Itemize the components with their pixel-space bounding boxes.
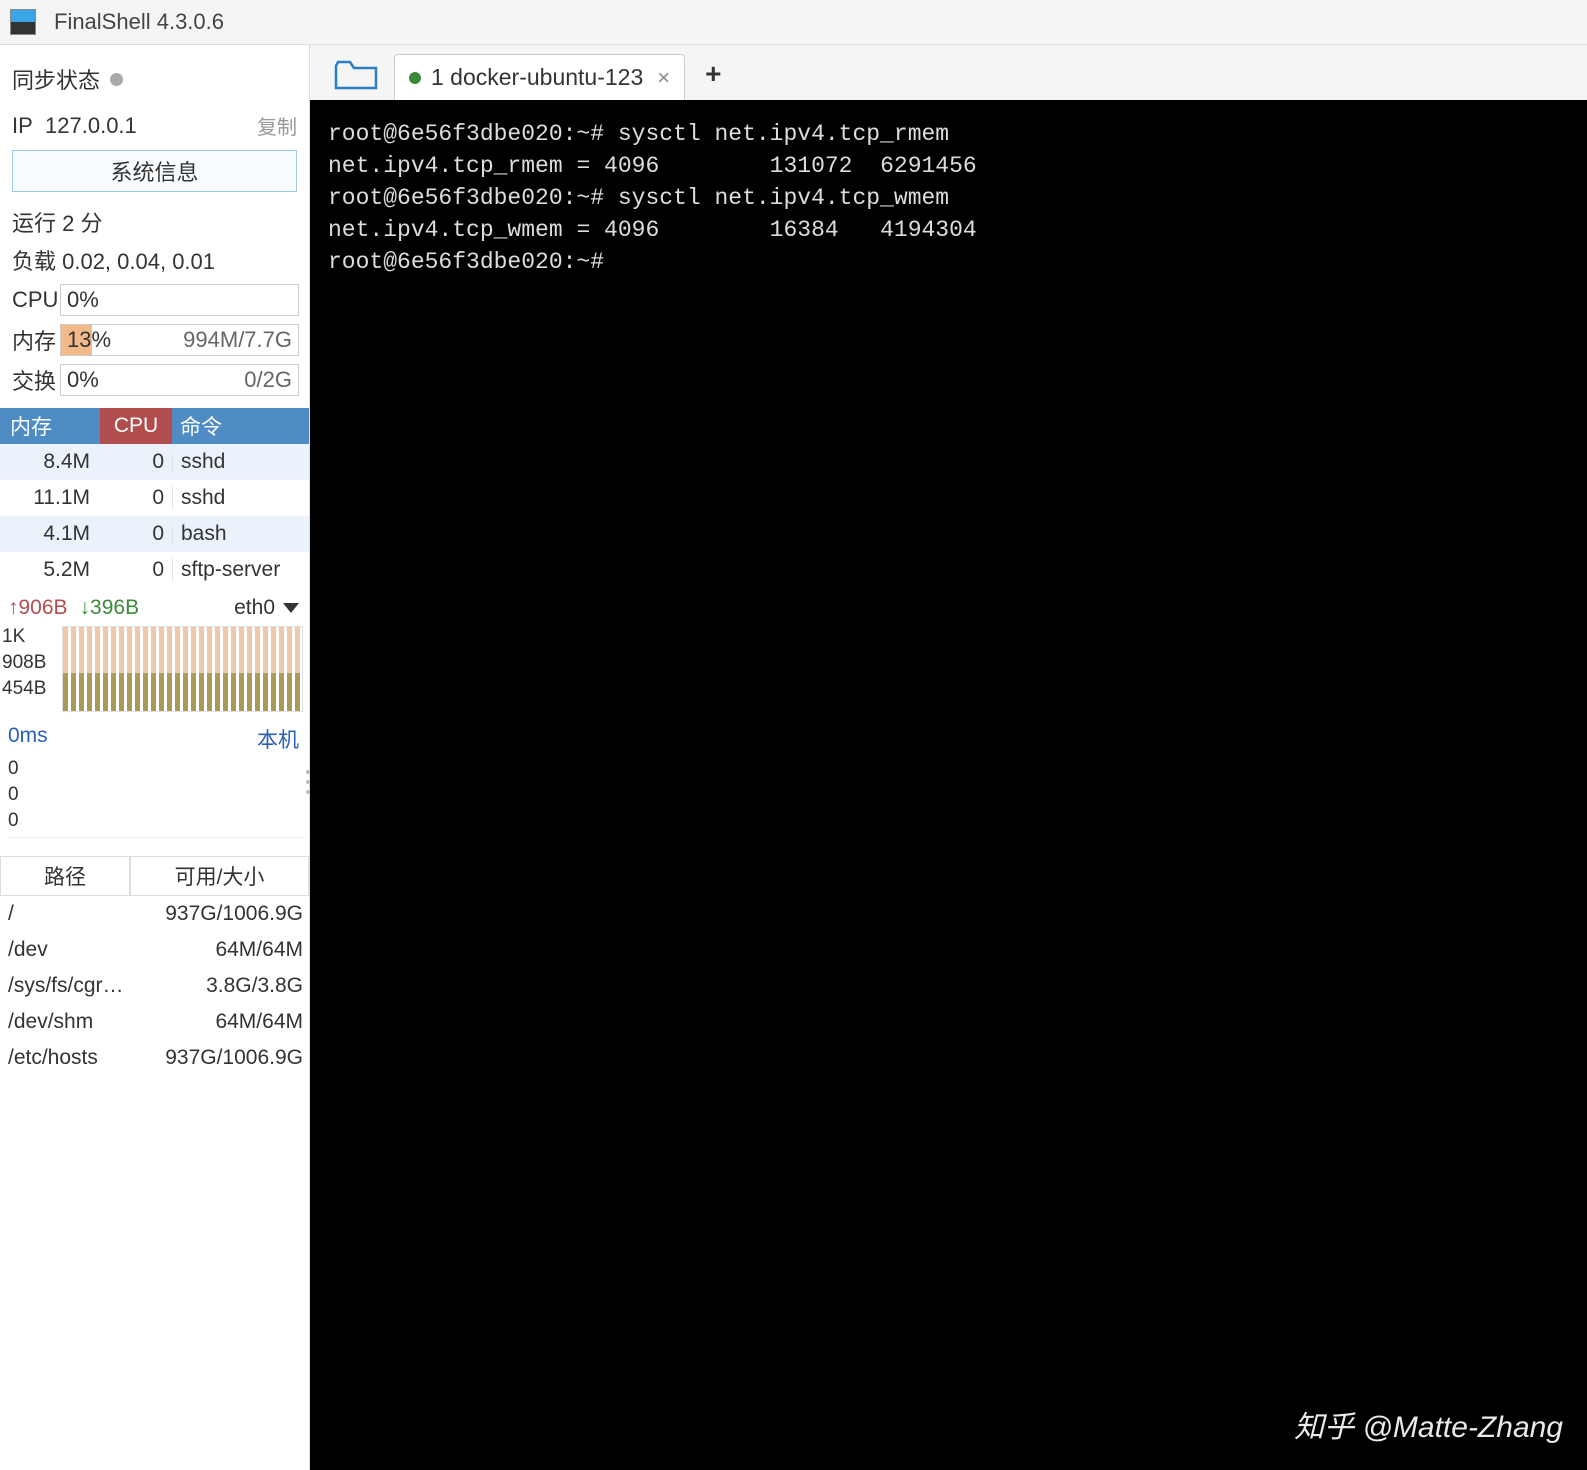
ip-row: IP 127.0.0.1 复制: [0, 107, 309, 150]
sync-status-row: 同步状态: [0, 45, 309, 107]
proc-cpu: 0: [100, 522, 172, 546]
net-yaxis-2: 454B: [2, 676, 46, 702]
sync-status-label: 同步状态: [12, 63, 100, 95]
ping-yaxis-1: 0: [8, 782, 305, 808]
chevron-down-icon: [283, 603, 299, 613]
disk-path: /sys/fs/cgro...: [0, 974, 130, 998]
tab-session[interactable]: 1 docker-ubuntu-123 ×: [394, 54, 685, 100]
new-tab-button[interactable]: +: [705, 58, 721, 90]
disk-row[interactable]: /dev64M/64M: [0, 932, 309, 968]
cpu-label: CPU: [12, 287, 60, 313]
disk-header-size[interactable]: 可用/大小: [130, 856, 309, 896]
tab-close-button[interactable]: ×: [657, 65, 670, 91]
folder-icon[interactable]: [334, 58, 378, 92]
disk-row[interactable]: /937G/1006.9G: [0, 896, 309, 932]
ping-latency: 0ms: [8, 724, 48, 754]
mem-bar: 13% 994M/7.7G: [60, 324, 299, 356]
proc-cmd: sftp-server: [172, 558, 309, 582]
sync-status-dot-icon: [110, 73, 123, 86]
mem-row: 内存 13% 994M/7.7G: [0, 320, 309, 360]
net-yaxis-0: 1K: [2, 624, 46, 650]
process-row[interactable]: 8.4M0sshd: [0, 444, 309, 480]
disk-table-header[interactable]: 路径 可用/大小: [0, 856, 309, 896]
swap-label: 交换: [12, 364, 60, 396]
proc-header-cpu[interactable]: CPU: [100, 414, 172, 438]
swap-percent: 0%: [61, 367, 99, 393]
network-header: ↑906B ↓396B eth0: [0, 588, 309, 624]
proc-cmd: bash: [172, 522, 309, 546]
proc-cpu: 0: [100, 558, 172, 582]
disk-size: 937G/1006.9G: [130, 1046, 309, 1070]
swap-detail: 0/2G: [244, 367, 292, 393]
swap-row: 交换 0% 0/2G: [0, 360, 309, 400]
watermark-text: 知乎 @Matte-Zhang: [1294, 1402, 1563, 1446]
network-graph: 1K 908B 454B: [0, 624, 305, 714]
disk-size: 937G/1006.9G: [130, 902, 309, 926]
proc-cmd: sshd: [172, 486, 309, 510]
right-pane: 1 docker-ubuntu-123 × + root@6e56f3dbe02…: [310, 45, 1587, 1470]
disk-path: /: [0, 902, 130, 926]
proc-mem: 4.1M: [0, 522, 100, 546]
net-download: ↓396B: [80, 596, 140, 620]
proc-header-cmd[interactable]: 命令: [172, 411, 309, 441]
proc-mem: 11.1M: [0, 486, 100, 510]
proc-header-mem[interactable]: 内存: [0, 411, 100, 441]
proc-mem: 5.2M: [0, 558, 100, 582]
proc-cpu: 0: [100, 486, 172, 510]
uptime-text: 运行 2 分: [0, 204, 309, 242]
tab-bar: 1 docker-ubuntu-123 × +: [310, 45, 1587, 100]
process-row[interactable]: 11.1M0sshd: [0, 480, 309, 516]
process-table: 内存 CPU 命令 8.4M0sshd11.1M0sshd4.1M0bash5.…: [0, 408, 309, 588]
proc-cmd: sshd: [172, 450, 309, 474]
disk-size: 64M/64M: [130, 1010, 309, 1034]
disk-size: 3.8G/3.8G: [130, 974, 309, 998]
splitter-handle[interactable]: [306, 770, 316, 794]
cpu-row: CPU 0%: [0, 280, 309, 320]
connection-status-dot-icon: [409, 72, 421, 84]
tab-label: 1 docker-ubuntu-123: [431, 64, 643, 91]
cpu-percent: 0%: [61, 287, 99, 313]
disk-table: 路径 可用/大小 /937G/1006.9G/dev64M/64M/sys/fs…: [0, 856, 309, 1076]
disk-size: 64M/64M: [130, 938, 309, 962]
terminal[interactable]: root@6e56f3dbe020:~# sysctl net.ipv4.tcp…: [310, 100, 1587, 1470]
mem-percent: 13%: [61, 327, 111, 353]
swap-bar: 0% 0/2G: [60, 364, 299, 396]
app-icon: [10, 9, 36, 35]
system-info-button[interactable]: 系统信息: [12, 150, 297, 192]
ping-yaxis-0: 0: [8, 756, 305, 782]
ping-yaxis-2: 0: [8, 808, 305, 834]
app-title: FinalShell 4.3.0.6: [54, 9, 224, 35]
ping-host-dropdown[interactable]: 本机: [257, 724, 299, 754]
process-row[interactable]: 4.1M0bash: [0, 516, 309, 552]
disk-path: /dev: [0, 938, 130, 962]
copy-ip-button[interactable]: 复制: [257, 111, 297, 140]
load-text: 负载 0.02, 0.04, 0.01: [0, 242, 309, 280]
ping-header: 0ms 本机: [0, 714, 309, 756]
disk-row[interactable]: /dev/shm64M/64M: [0, 1004, 309, 1040]
sidebar: 同步状态 IP 127.0.0.1 复制 系统信息 运行 2 分 负载 0.02…: [0, 45, 310, 1470]
proc-mem: 8.4M: [0, 450, 100, 474]
mem-detail: 994M/7.7G: [183, 327, 292, 353]
cpu-bar: 0%: [60, 284, 299, 316]
net-yaxis-1: 908B: [2, 650, 46, 676]
title-bar: FinalShell 4.3.0.6: [0, 0, 1587, 45]
proc-cpu: 0: [100, 450, 172, 474]
process-row[interactable]: 5.2M0sftp-server: [0, 552, 309, 588]
ip-label: IP: [12, 113, 33, 139]
disk-row[interactable]: /sys/fs/cgro...3.8G/3.8G: [0, 968, 309, 1004]
mem-label: 内存: [12, 324, 60, 356]
ping-graph: 0 0 0: [8, 756, 305, 838]
disk-path: /etc/hosts: [0, 1046, 130, 1070]
net-interface-label: eth0: [234, 596, 275, 620]
net-upload: ↑906B: [8, 596, 68, 620]
ip-value: 127.0.0.1: [45, 113, 137, 139]
disk-row[interactable]: /etc/hosts937G/1006.9G: [0, 1040, 309, 1076]
process-table-header[interactable]: 内存 CPU 命令: [0, 408, 309, 444]
net-interface-dropdown[interactable]: eth0: [234, 596, 299, 620]
disk-path: /dev/shm: [0, 1010, 130, 1034]
disk-header-path[interactable]: 路径: [0, 856, 130, 896]
